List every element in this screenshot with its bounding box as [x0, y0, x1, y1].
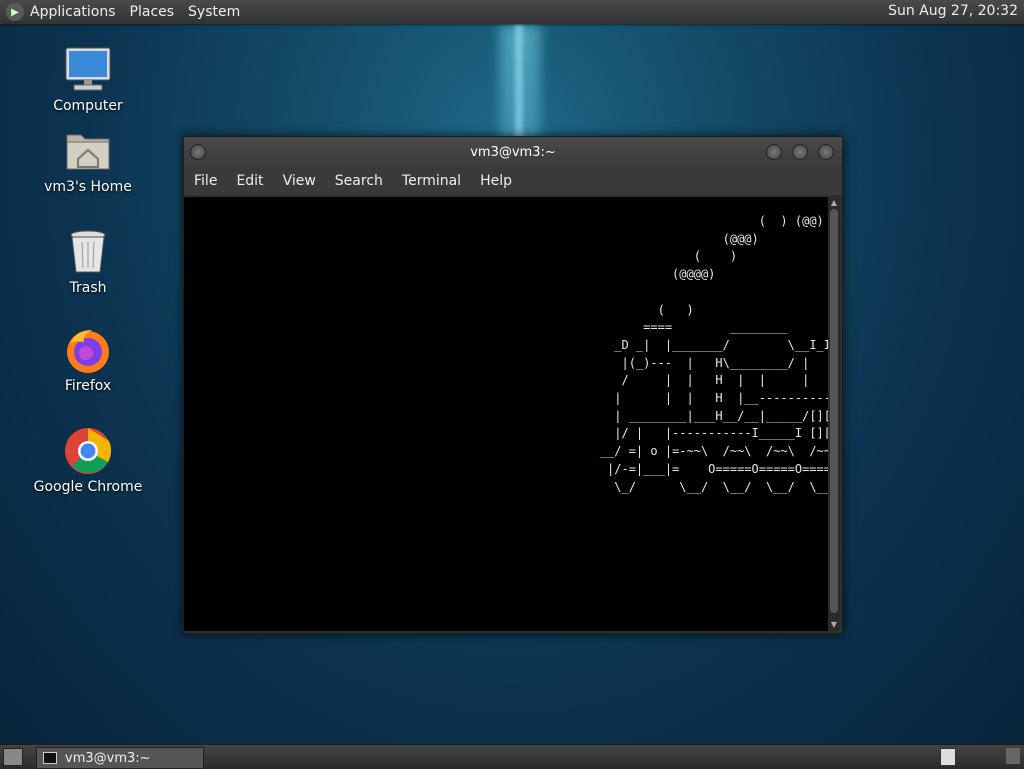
- desktop-icon-computer[interactable]: Computer: [33, 46, 143, 114]
- chrome-icon: [64, 427, 112, 475]
- window-title: vm3@vm3:~: [470, 144, 556, 160]
- terminal-output-text: ( ) (@@) ( ) (@) () @@ O @ O @ (@@@): [599, 214, 828, 494]
- minimize-button[interactable]: [766, 144, 782, 160]
- desktop-icon-label: Computer: [53, 98, 123, 114]
- trash-icon: [64, 228, 112, 276]
- scrollbar-thumb[interactable]: [830, 209, 838, 613]
- taskbar-item-terminal[interactable]: vm3@vm3:~: [36, 747, 204, 769]
- menu-places[interactable]: Places: [130, 4, 175, 20]
- close-button[interactable]: [818, 144, 834, 160]
- menu-view[interactable]: View: [283, 173, 316, 189]
- menu-applications[interactable]: Applications: [30, 4, 116, 20]
- window-menu-icon[interactable]: [190, 144, 206, 160]
- desktop-icon-label: Firefox: [64, 378, 112, 394]
- menu-system[interactable]: System: [188, 4, 240, 20]
- firefox-icon: [64, 326, 112, 374]
- home-folder-icon: [64, 127, 112, 175]
- menu-file[interactable]: File: [194, 173, 217, 189]
- workspace-switcher[interactable]: [940, 748, 956, 766]
- window-titlebar[interactable]: vm3@vm3:~: [184, 137, 842, 167]
- desktop-icon-label: Google Chrome: [33, 479, 143, 495]
- menu-terminal[interactable]: Terminal: [402, 173, 461, 189]
- terminal-window[interactable]: vm3@vm3:~ File Edit View Search Terminal…: [183, 136, 843, 634]
- computer-icon: [64, 46, 112, 94]
- applications-menu-icon[interactable]: ▶: [6, 3, 24, 21]
- desktop-icon-label: Trash: [69, 280, 107, 296]
- panel-trash-icon[interactable]: [1006, 748, 1020, 764]
- menu-edit[interactable]: Edit: [236, 173, 263, 189]
- desktop-icon-trash[interactable]: Trash: [33, 228, 143, 296]
- desktop-icon-chrome[interactable]: Google Chrome: [33, 427, 143, 495]
- scroll-down-arrow-icon[interactable]: ▼: [830, 621, 838, 629]
- scroll-up-arrow-icon[interactable]: ▲: [830, 199, 838, 207]
- terminal-icon: [43, 752, 57, 764]
- menu-search[interactable]: Search: [335, 173, 383, 189]
- terminal-menubar: File Edit View Search Terminal Help: [184, 167, 842, 195]
- maximize-button[interactable]: [792, 144, 808, 160]
- desktop-icon-label: vm3's Home: [44, 179, 132, 195]
- top-panel: ▶ Applications Places System Sun Aug 27,…: [0, 0, 1024, 24]
- terminal-output-area[interactable]: ( ) (@@) ( ) (@) () @@ O @ O @ (@@@): [184, 197, 828, 631]
- show-desktop-icon[interactable]: [3, 748, 23, 766]
- bottom-panel: vm3@vm3:~: [0, 744, 1024, 769]
- terminal-scrollbar[interactable]: ▲ ▼: [828, 197, 840, 631]
- menu-help[interactable]: Help: [480, 173, 512, 189]
- panel-clock[interactable]: Sun Aug 27, 20:32: [888, 3, 1018, 19]
- desktop-icon-home[interactable]: vm3's Home: [33, 127, 143, 195]
- taskbar-item-label: vm3@vm3:~: [65, 750, 151, 766]
- desktop-icon-firefox[interactable]: Firefox: [33, 326, 143, 394]
